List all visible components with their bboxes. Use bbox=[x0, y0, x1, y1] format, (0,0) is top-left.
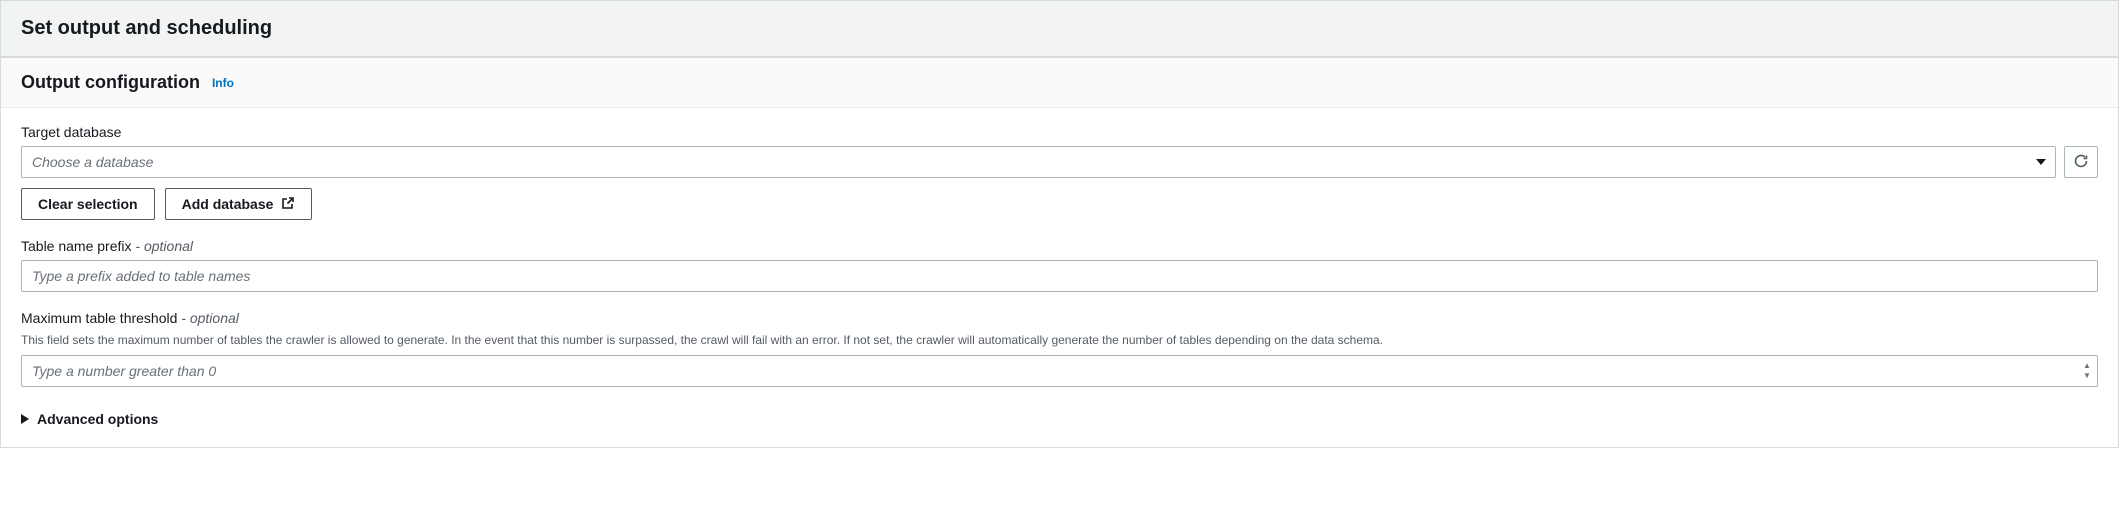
advanced-options-toggle[interactable]: Advanced options bbox=[21, 411, 2098, 427]
max-threshold-description: This field sets the maximum number of ta… bbox=[21, 332, 2098, 349]
clear-selection-label: Clear selection bbox=[38, 196, 138, 212]
info-link[interactable]: Info bbox=[212, 76, 234, 90]
target-database-label: Target database bbox=[21, 124, 2098, 140]
page-header: Set output and scheduling bbox=[0, 0, 2119, 57]
table-prefix-input[interactable] bbox=[21, 260, 2098, 292]
target-database-field: Target database Choose a database bbox=[21, 124, 2098, 220]
table-prefix-label: Table name prefix - optional bbox=[21, 238, 2098, 254]
refresh-icon bbox=[2073, 153, 2089, 172]
output-config-panel: Output configuration Info Target databas… bbox=[0, 57, 2119, 448]
clear-selection-button[interactable]: Clear selection bbox=[21, 188, 155, 220]
panel-header: Output configuration Info bbox=[1, 58, 2118, 108]
target-database-placeholder: Choose a database bbox=[32, 154, 153, 170]
caret-right-icon bbox=[21, 411, 29, 427]
max-threshold-label: Maximum table threshold - optional bbox=[21, 310, 2098, 326]
add-database-label: Add database bbox=[182, 196, 274, 212]
add-database-button[interactable]: Add database bbox=[165, 188, 313, 220]
page-title: Set output and scheduling bbox=[21, 17, 2098, 40]
refresh-button[interactable] bbox=[2064, 146, 2098, 178]
advanced-options-label: Advanced options bbox=[37, 411, 158, 427]
external-link-icon bbox=[281, 196, 295, 213]
panel-body: Target database Choose a database bbox=[1, 108, 2118, 447]
table-prefix-field: Table name prefix - optional bbox=[21, 238, 2098, 292]
target-database-select[interactable]: Choose a database bbox=[21, 146, 2056, 178]
max-threshold-field: Maximum table threshold - optional This … bbox=[21, 310, 2098, 387]
max-threshold-input[interactable] bbox=[21, 355, 2098, 387]
panel-title: Output configuration bbox=[21, 72, 200, 93]
